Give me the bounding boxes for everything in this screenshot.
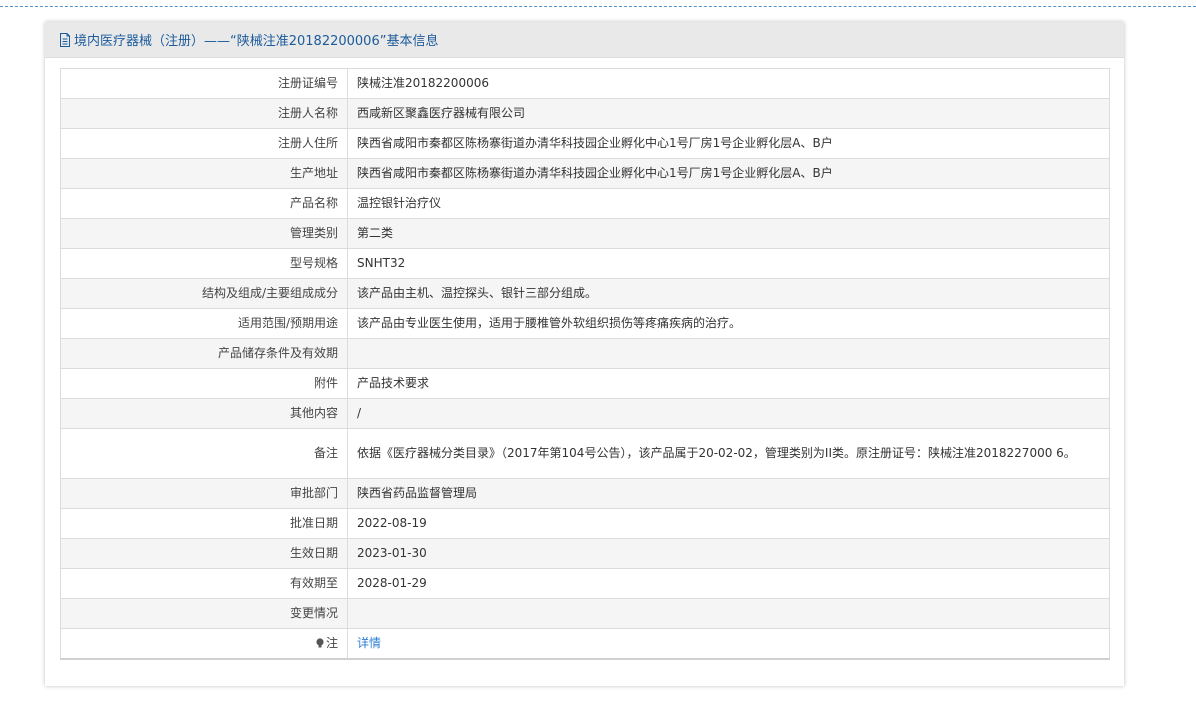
row-label: 注册证编号 xyxy=(60,68,348,99)
row-value: 该产品由主机、温控探头、银针三部分组成。 xyxy=(347,278,1110,309)
row-label: 备注 xyxy=(60,428,348,479)
row-label: 有效期至 xyxy=(60,568,348,599)
panel-header: 境内医疗器械（注册）——“陕械注准20182200006”基本信息 xyxy=(45,22,1124,58)
table-row: 其他内容 / xyxy=(60,398,1110,429)
info-panel: 境内医疗器械（注册）——“陕械注准20182200006”基本信息 注册证编号 … xyxy=(45,22,1124,686)
row-label: 生效日期 xyxy=(60,538,348,569)
row-value: 陕西省药品监督管理局 xyxy=(347,478,1110,509)
row-label: 变更情况 xyxy=(60,598,348,629)
table-row: 注册人住所 陕西省咸阳市秦都区陈杨寨街道办清华科技园企业孵化中心1号厂房1号企业… xyxy=(60,128,1110,159)
row-value: 西咸新区聚鑫医疗器械有限公司 xyxy=(347,98,1110,129)
bulb-icon xyxy=(315,635,325,648)
row-value: 2023-01-30 xyxy=(347,538,1110,569)
row-value: 陕械注准20182200006 xyxy=(347,68,1110,99)
table-row: 产品名称 温控银针治疗仪 xyxy=(60,188,1110,219)
row-label: 型号规格 xyxy=(60,248,348,279)
row-value: 2022-08-19 xyxy=(347,508,1110,539)
row-value: SNHT32 xyxy=(347,248,1110,279)
table-row: 产品储存条件及有效期 xyxy=(60,338,1110,369)
row-value xyxy=(347,338,1110,369)
note-label: 注 xyxy=(325,635,338,650)
row-value: 第二类 xyxy=(347,218,1110,249)
table-row: 型号规格 SNHT32 xyxy=(60,248,1110,279)
row-value: / xyxy=(347,398,1110,429)
table-row: 有效期至 2028-01-29 xyxy=(60,568,1110,599)
row-label: 批准日期 xyxy=(60,508,348,539)
table-row: 附件 产品技术要求 xyxy=(60,368,1110,399)
row-label: 其他内容 xyxy=(60,398,348,429)
document-icon xyxy=(59,32,71,47)
row-value xyxy=(347,598,1110,629)
row-label: 生产地址 xyxy=(60,158,348,189)
row-value: 陕西省咸阳市秦都区陈杨寨街道办清华科技园企业孵化中心1号厂房1号企业孵化层A、B… xyxy=(347,128,1110,159)
row-label: 注册人名称 xyxy=(60,98,348,129)
row-value: 该产品由专业医生使用，适用于腰椎管外软组织损伤等疼痛疾病的治疗。 xyxy=(347,308,1110,339)
row-label: 结构及组成/主要组成成分 xyxy=(60,278,348,309)
top-divider xyxy=(0,6,1196,7)
row-label: 产品储存条件及有效期 xyxy=(60,338,348,369)
table-row: 注册人名称 西咸新区聚鑫医疗器械有限公司 xyxy=(60,98,1110,129)
row-label: 附件 xyxy=(60,368,348,399)
table-row: 适用范围/预期用途 该产品由专业医生使用，适用于腰椎管外软组织损伤等疼痛疾病的治… xyxy=(60,308,1110,339)
table-row: 管理类别 第二类 xyxy=(60,218,1110,249)
table-row: 注册证编号 陕械注准20182200006 xyxy=(60,68,1110,99)
table-row: 生产地址 陕西省咸阳市秦都区陈杨寨街道办清华科技园企业孵化中心1号厂房1号企业孵… xyxy=(60,158,1110,189)
note-label-cell: 注 xyxy=(60,628,348,660)
table-row-note: 注 详情 xyxy=(60,628,1110,660)
table-row: 批准日期 2022-08-19 xyxy=(60,508,1110,539)
row-label: 审批部门 xyxy=(60,478,348,509)
row-label: 管理类别 xyxy=(60,218,348,249)
row-value: 依据《医疗器械分类目录》（2017年第104号公告），该产品属于20-02-02… xyxy=(347,428,1110,479)
page-title: 境内医疗器械（注册）——“陕械注准20182200006”基本信息 xyxy=(74,34,439,49)
row-value: 温控银针治疗仪 xyxy=(347,188,1110,219)
row-value: 陕西省咸阳市秦都区陈杨寨街道办清华科技园企业孵化中心1号厂房1号企业孵化层A、B… xyxy=(347,158,1110,189)
note-value-cell: 详情 xyxy=(347,628,1110,660)
row-value: 2028-01-29 xyxy=(347,568,1110,599)
table-row: 备注 依据《医疗器械分类目录》（2017年第104号公告），该产品属于20-02… xyxy=(60,428,1110,479)
detail-link[interactable]: 详情 xyxy=(357,636,381,650)
row-label: 适用范围/预期用途 xyxy=(60,308,348,339)
table-row: 变更情况 xyxy=(60,598,1110,629)
info-table: 注册证编号 陕械注准20182200006 注册人名称 西咸新区聚鑫医疗器械有限… xyxy=(60,68,1110,660)
row-label: 产品名称 xyxy=(60,188,348,219)
table-row: 审批部门 陕西省药品监督管理局 xyxy=(60,478,1110,509)
table-row: 生效日期 2023-01-30 xyxy=(60,538,1110,569)
table-row: 结构及组成/主要组成成分 该产品由主机、温控探头、银针三部分组成。 xyxy=(60,278,1110,309)
row-value: 产品技术要求 xyxy=(347,368,1110,399)
row-label: 注册人住所 xyxy=(60,128,348,159)
